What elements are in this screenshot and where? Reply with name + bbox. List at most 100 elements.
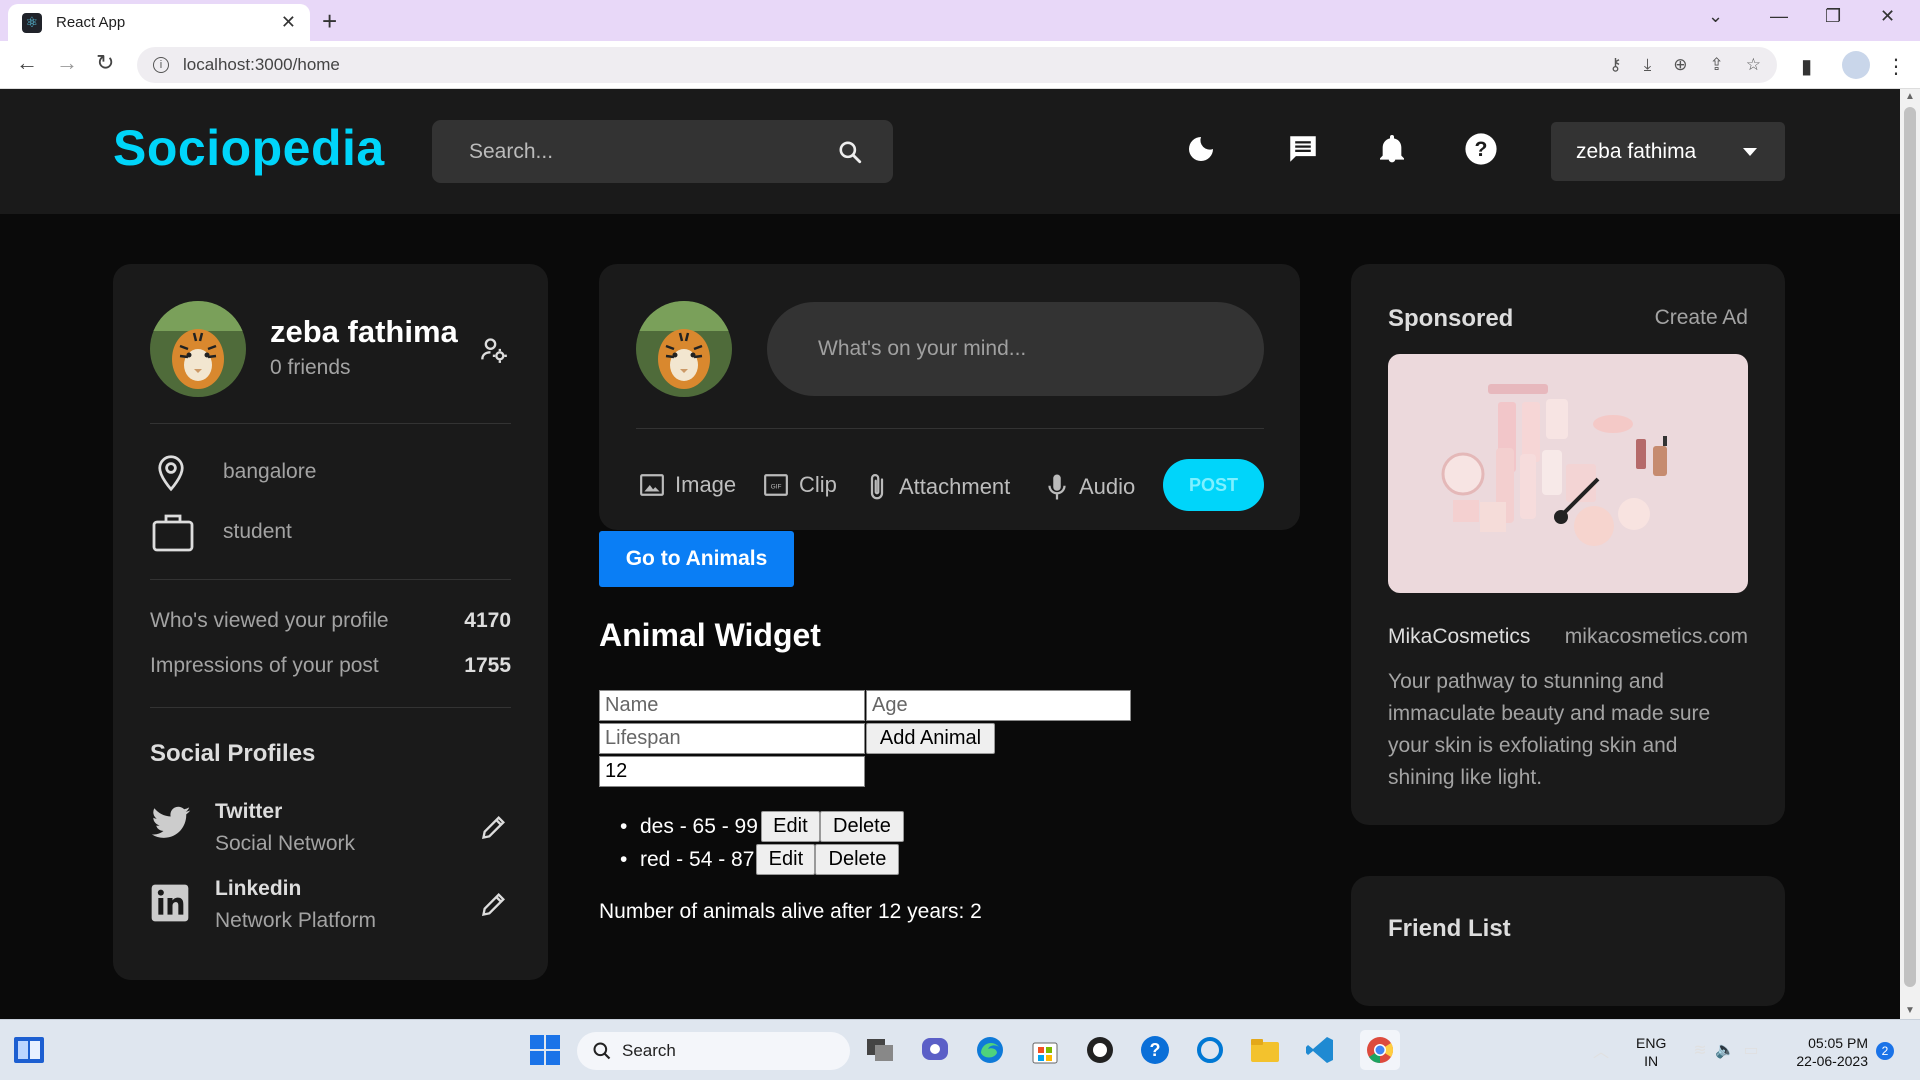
sidepanel-icon[interactable]: ▮ — [1801, 54, 1812, 79]
browser-tabbar: ⚛ React App ✕ + ⌄ — ❐ ✕ — [0, 0, 1920, 41]
close-tab-icon[interactable]: ✕ — [281, 12, 296, 33]
post-button[interactable]: POST — [1163, 459, 1264, 511]
edge-browser-icon[interactable] — [973, 1033, 1007, 1067]
linkedin-name[interactable]: Linkedin — [215, 877, 301, 901]
profile-name[interactable]: zeba fathima — [270, 314, 458, 350]
impressions-value: 1755 — [464, 654, 511, 677]
battery-icon[interactable]: ▭ — [1734, 1033, 1768, 1067]
audio-button[interactable]: Audio — [1045, 472, 1135, 502]
edit-button[interactable]: Edit — [760, 811, 820, 842]
notification-badge[interactable]: 2 — [1876, 1042, 1894, 1060]
user-widget: zeba fathima 0 friends bangalore student… — [113, 264, 548, 980]
brand-logo[interactable]: Sociopedia — [113, 119, 385, 177]
scroll-down-icon[interactable]: ▼ — [1905, 1005, 1915, 1016]
teams-chat-icon[interactable] — [918, 1033, 952, 1067]
years-input[interactable] — [599, 756, 865, 787]
address-bar: ← → ↻ i localhost:3000/home ⚷ ⤓ ⊕ ⇪ ☆ ▮ … — [0, 41, 1920, 89]
sponsored-title: Sponsored — [1388, 305, 1514, 332]
scroll-up-icon[interactable]: ▲ — [1905, 91, 1915, 102]
add-animal-button[interactable]: Add Animal — [866, 723, 995, 754]
delete-button[interactable]: Delete — [815, 844, 900, 875]
animals-summary: Number of animals alive after 12 years: … — [599, 900, 982, 923]
edit-button[interactable]: Edit — [756, 844, 816, 875]
clip-button[interactable]: GIF Clip — [763, 472, 837, 498]
app-circle-icon[interactable] — [1083, 1033, 1117, 1067]
search-icon[interactable] — [837, 139, 863, 165]
share-icon[interactable]: ⇪ — [1710, 55, 1724, 75]
dark-mode-icon[interactable] — [1183, 131, 1219, 167]
key-icon[interactable]: ⚷ — [1609, 55, 1621, 75]
post-input[interactable] — [818, 337, 1264, 361]
info-icon[interactable]: i — [153, 57, 169, 73]
back-icon[interactable]: ← — [16, 50, 38, 76]
message-icon[interactable] — [1285, 131, 1321, 167]
bullet: • — [620, 814, 628, 838]
impressions-label: Impressions of your post — [150, 654, 379, 677]
profile-avatar[interactable] — [1842, 51, 1870, 79]
twitter-icon — [150, 806, 192, 847]
twitter-sub: Social Network — [215, 832, 356, 855]
ad-brand[interactable]: MikaCosmetics — [1388, 625, 1530, 649]
page-scrollbar[interactable]: ▲ ▼ — [1900, 89, 1920, 1019]
search-icon — [593, 1042, 611, 1060]
social-profiles-title: Social Profiles — [150, 740, 316, 767]
twitter-name[interactable]: Twitter — [215, 800, 282, 824]
browser-tab[interactable]: ⚛ React App ✕ — [8, 4, 310, 41]
language-indicator[interactable]: ENG IN — [1636, 1034, 1666, 1070]
ad-website[interactable]: mikacosmetics.com — [1565, 625, 1748, 649]
scroll-thumb[interactable] — [1904, 107, 1916, 987]
tab-search-icon[interactable]: ⌄ — [1708, 6, 1723, 27]
widgets-icon[interactable] — [12, 1033, 46, 1067]
bookmark-star-icon[interactable]: ☆ — [1746, 55, 1761, 75]
edit-pencil-icon[interactable] — [480, 813, 508, 846]
close-window-button[interactable]: ✕ — [1880, 6, 1895, 27]
windows-start-icon[interactable] — [528, 1033, 562, 1067]
post-input-wrapper — [767, 302, 1264, 396]
animal-lifespan-input[interactable] — [599, 723, 865, 754]
sponsored-widget: Sponsored Create Ad MikaCosmetics mikaco… — [1351, 264, 1785, 825]
install-icon[interactable]: ⤓ — [1644, 55, 1652, 75]
menu-dots-icon[interactable]: ⋮ — [1886, 54, 1906, 79]
go-to-animals-button[interactable]: Go to Animals — [599, 531, 794, 587]
taskbar-search[interactable]: Search — [577, 1032, 850, 1070]
animal-text: des - 65 - 99 — [640, 814, 758, 838]
new-tab-button[interactable]: + — [322, 6, 337, 37]
friend-count: 0 friends — [270, 356, 351, 379]
chrome-icon[interactable] — [1360, 1030, 1400, 1070]
vscode-icon[interactable] — [1303, 1033, 1337, 1067]
attachment-button[interactable]: Attachment — [865, 472, 1010, 502]
ad-image[interactable] — [1388, 354, 1748, 593]
help-app-icon[interactable]: ? — [1138, 1033, 1172, 1067]
user-dropdown-label: zeba fathima — [1576, 139, 1697, 163]
microsoft-store-icon[interactable] — [1028, 1033, 1062, 1067]
work-briefcase-icon — [152, 512, 194, 557]
manage-account-icon[interactable] — [480, 336, 508, 369]
search-input[interactable] — [469, 139, 837, 164]
task-view-icon[interactable] — [863, 1033, 897, 1067]
zoom-icon[interactable]: ⊕ — [1673, 55, 1687, 75]
url-field[interactable]: i localhost:3000/home ⚷ ⤓ ⊕ ⇪ ☆ — [137, 47, 1777, 83]
user-avatar[interactable] — [636, 301, 732, 397]
user-avatar[interactable] — [150, 301, 246, 397]
help-icon[interactable]: ? — [1463, 131, 1499, 167]
show-hidden-icons-chevron-icon[interactable]: ︿ — [1584, 1033, 1618, 1067]
image-button[interactable]: Image — [639, 472, 736, 498]
forward-icon[interactable]: → — [56, 50, 78, 76]
edit-pencil-icon[interactable] — [480, 890, 508, 923]
delete-button[interactable]: Delete — [819, 811, 904, 842]
animal-age-input[interactable] — [866, 690, 1131, 721]
cortana-icon[interactable] — [1193, 1033, 1227, 1067]
clock[interactable]: 05:05 PM 22-06-2023 — [1784, 1034, 1868, 1070]
animal-name-input[interactable] — [599, 690, 865, 721]
reload-icon[interactable]: ↻ — [96, 50, 114, 76]
navbar: Sociopedia ? zeba fathima — [0, 89, 1900, 214]
file-explorer-icon[interactable] — [1248, 1033, 1282, 1067]
user-dropdown[interactable]: zeba fathima — [1551, 122, 1785, 181]
microphone-icon — [1048, 474, 1066, 500]
create-ad-link[interactable]: Create Ad — [1655, 306, 1748, 330]
taskbar-search-label: Search — [622, 1041, 676, 1060]
minimize-button[interactable]: — — [1770, 6, 1788, 27]
restore-button[interactable]: ❐ — [1825, 6, 1841, 27]
notification-bell-icon[interactable] — [1374, 131, 1410, 167]
search-box — [432, 120, 893, 183]
